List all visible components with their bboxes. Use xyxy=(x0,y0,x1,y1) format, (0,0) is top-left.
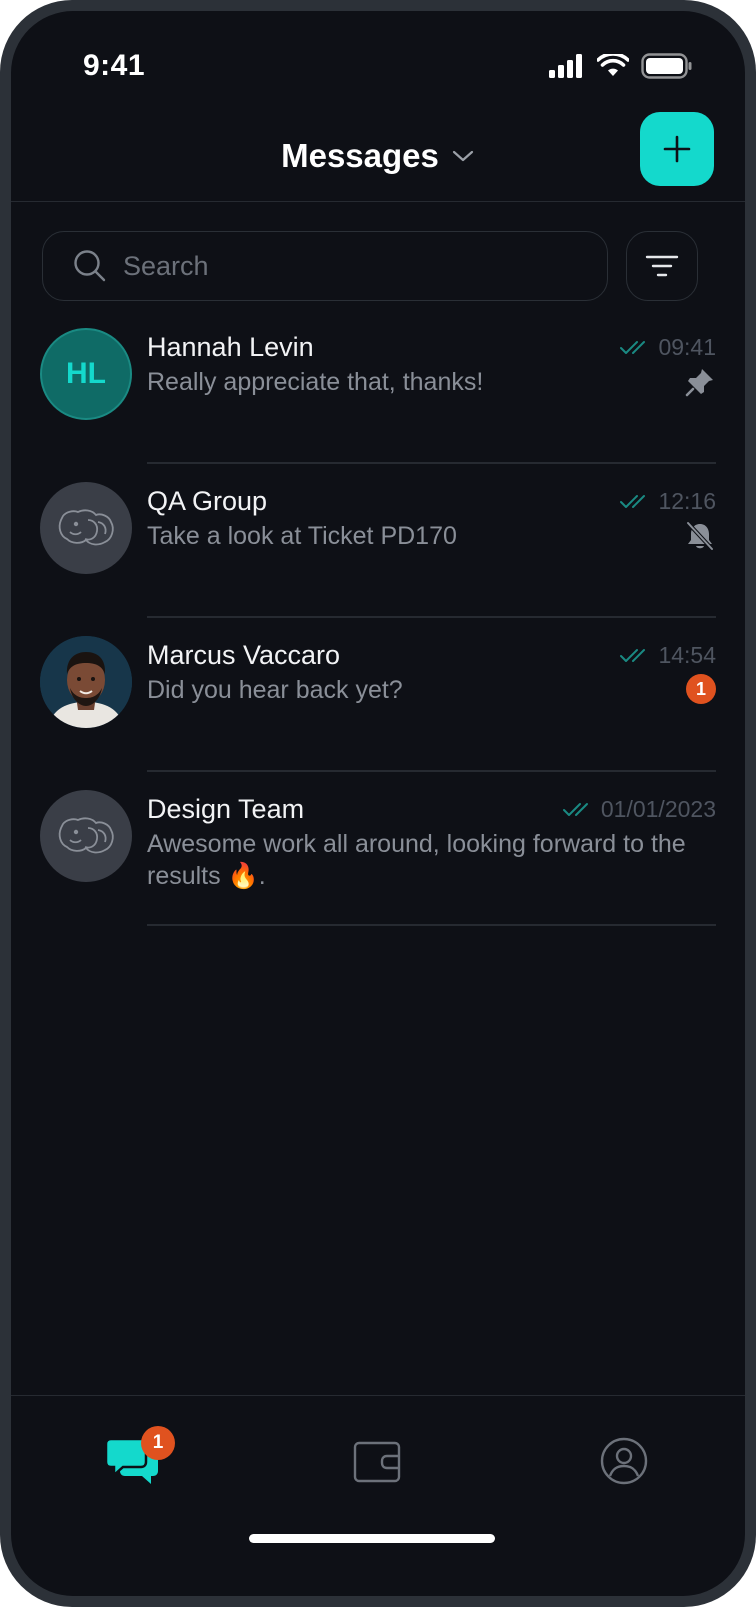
tab-profile[interactable] xyxy=(594,1431,654,1491)
avatar-photo xyxy=(40,636,132,728)
header-title-dropdown[interactable]: Messages xyxy=(11,137,745,175)
conversation-preview: Did you hear back yet? xyxy=(147,676,403,704)
conversation-time-wrap: 14:54 xyxy=(620,642,716,669)
list-divider xyxy=(147,924,716,926)
filter-button[interactable] xyxy=(626,231,698,301)
group-icon xyxy=(58,817,114,854)
conversation-time-wrap: 01/01/2023 xyxy=(562,796,716,823)
conversation-item[interactable]: QA Group Take a look at Ticket PD170 12:… xyxy=(11,482,745,637)
conversation-name: Hannah Levin xyxy=(147,332,314,362)
conversation-status: 1 xyxy=(686,674,716,704)
wallet-icon xyxy=(353,1441,401,1483)
conversation-preview: Take a look at Ticket PD170 xyxy=(147,522,457,550)
chevron-down-icon xyxy=(452,150,473,162)
group-icon xyxy=(58,509,114,546)
group-avatar xyxy=(40,482,132,574)
list-divider xyxy=(147,616,716,618)
search-icon xyxy=(74,250,106,282)
double-check-icon xyxy=(620,494,646,508)
conversation-item[interactable]: HL Hannah Levin Really appreciate that, … xyxy=(11,328,745,483)
tabbar-divider xyxy=(11,1395,745,1396)
conversation-time-wrap: 09:41 xyxy=(620,334,716,361)
conversation-preview: Really appreciate that, thanks! xyxy=(147,368,484,396)
conversation-item[interactable]: Marcus Vaccaro Did you hear back yet? 14… xyxy=(11,636,745,791)
conversation-name: QA Group xyxy=(147,486,268,516)
list-divider xyxy=(147,462,716,464)
search-input[interactable] xyxy=(121,249,565,283)
conversation-item[interactable]: Design Team Awesome work all around, loo… xyxy=(11,790,745,945)
tab-badge: 1 xyxy=(141,1426,175,1460)
group-avatar xyxy=(40,790,132,882)
wifi-icon xyxy=(597,54,629,76)
conversation-preview: Awesome work all around, looking forward… xyxy=(147,830,686,890)
signal-icon xyxy=(549,54,582,78)
conversation-name: Design Team xyxy=(147,794,305,824)
person-photo xyxy=(40,636,132,728)
conversation-time-wrap: 12:16 xyxy=(620,488,716,515)
conversation-status xyxy=(684,520,716,557)
new-message-button[interactable] xyxy=(640,112,714,186)
double-check-icon xyxy=(620,340,646,354)
page-title: Messages xyxy=(281,137,439,174)
header-divider xyxy=(11,201,745,202)
conversation-time: 12:16 xyxy=(658,488,716,514)
tab-wallet[interactable] xyxy=(348,1431,408,1491)
screen: 9:41 Messages Search HL Hannah Levin Rea… xyxy=(11,11,745,1596)
list-divider xyxy=(147,770,716,772)
phone-frame: 9:41 Messages Search HL Hannah Levin Rea… xyxy=(0,0,756,1607)
avatar: HL xyxy=(40,328,132,420)
home-indicator xyxy=(249,1534,495,1543)
conversation-time: 01/01/2023 xyxy=(600,796,716,822)
battery-icon xyxy=(641,53,692,79)
profile-icon xyxy=(600,1437,648,1485)
search-box[interactable] xyxy=(42,231,608,301)
status-icons xyxy=(549,53,693,79)
double-check-icon xyxy=(562,802,588,816)
conversation-status xyxy=(684,366,716,403)
pin-icon xyxy=(685,369,713,397)
conversation-time: 14:54 xyxy=(658,642,716,668)
status-time: 9:41 xyxy=(83,49,146,82)
plus-icon xyxy=(663,135,691,163)
bell-off-icon xyxy=(686,521,714,551)
filter-icon xyxy=(645,255,679,277)
unread-badge: 1 xyxy=(686,674,716,704)
conversation-name: Marcus Vaccaro xyxy=(147,640,341,670)
double-check-icon xyxy=(620,648,646,662)
conversation-time: 09:41 xyxy=(658,334,716,360)
